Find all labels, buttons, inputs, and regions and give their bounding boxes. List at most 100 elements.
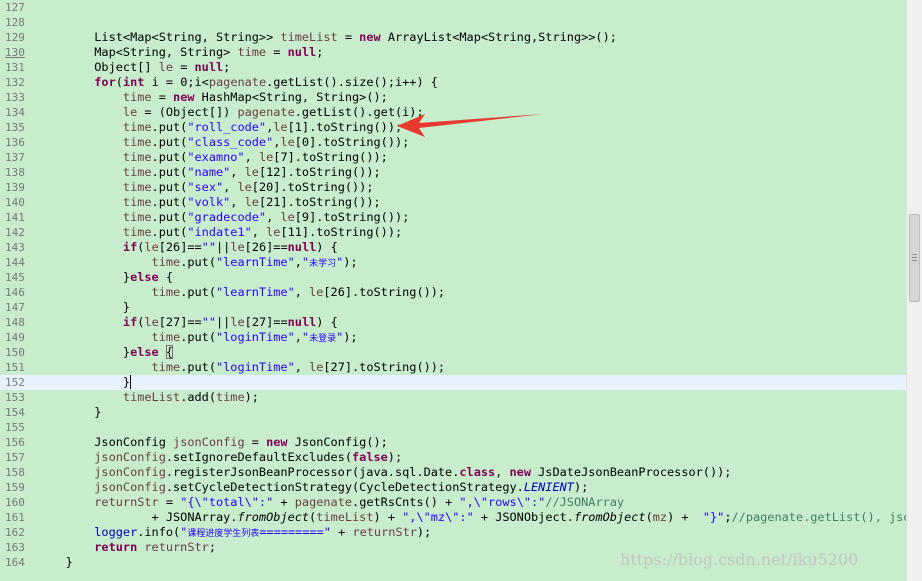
code-text[interactable]: timeList.add(time); bbox=[37, 390, 259, 405]
code-line[interactable]: 149 time.put("loginTime","未登录"); bbox=[0, 330, 906, 345]
code-token: } bbox=[122, 375, 132, 389]
code-text[interactable]: }else { bbox=[37, 345, 174, 360]
code-text[interactable]: }else { bbox=[37, 270, 173, 285]
line-number: 136 bbox=[5, 136, 25, 149]
code-line[interactable]: 147 } bbox=[0, 300, 906, 315]
code-line[interactable]: 154 } bbox=[0, 405, 906, 420]
code-token: false bbox=[352, 450, 388, 464]
code-line[interactable]: 158 jsonConfig.registerJsonBeanProcessor… bbox=[0, 465, 906, 480]
vertical-scrollbar[interactable] bbox=[906, 0, 922, 581]
code-token: time bbox=[37, 180, 152, 194]
code-text[interactable]: time.put("sex", le[20].toString()); bbox=[37, 180, 374, 195]
code-line[interactable]: 127 bbox=[0, 0, 906, 15]
code-line[interactable]: 140 time.put("volk", le[21].toString()); bbox=[0, 195, 906, 210]
line-number: 160 bbox=[5, 496, 25, 509]
code-line[interactable]: 144 time.put("learnTime","未学习"); bbox=[0, 255, 906, 270]
code-line[interactable]: 130 Map<String, String> time = null; bbox=[0, 45, 906, 60]
code-text[interactable]: time.put("gradecode", le[9].toString()); bbox=[37, 210, 409, 225]
code-text[interactable]: if(le[27]==""||le[27]==null) { bbox=[37, 315, 338, 330]
code-text[interactable]: List<Map<String, String>> timeList = new… bbox=[37, 30, 617, 45]
code-line[interactable]: 129 List<Map<String, String>> timeList =… bbox=[0, 30, 906, 45]
code-line[interactable]: 146 time.put("learnTime", le[26].toStrin… bbox=[0, 285, 906, 300]
code-token: Map<String, String> bbox=[37, 45, 238, 59]
code-text[interactable]: Map<String, String> time = null; bbox=[37, 45, 323, 60]
line-number: 157 bbox=[5, 451, 25, 464]
code-line[interactable]: 151 time.put("loginTime", le[27].toStrin… bbox=[0, 360, 906, 375]
code-token: 课程进度学生列表 bbox=[187, 529, 260, 539]
code-text[interactable]: + JSONArray.fromObject(timeList) + ",\"m… bbox=[37, 510, 906, 525]
code-text[interactable]: JsonConfig jsonConfig = new JsonConfig()… bbox=[37, 435, 388, 450]
code-line[interactable]: 153 timeList.add(time); bbox=[0, 390, 906, 405]
horizontal-scroll-area[interactable] bbox=[0, 573, 906, 581]
code-text[interactable]: return returnStr; bbox=[37, 540, 216, 555]
code-text[interactable]: time.put("volk", le[21].toString()); bbox=[37, 195, 381, 210]
code-line[interactable]: 131 Object[] le = null; bbox=[0, 60, 906, 75]
code-line[interactable]: 142 time.put("indate1", le[11].toString(… bbox=[0, 225, 906, 240]
code-text[interactable]: returnStr = "{\"total\":" + pagenate.get… bbox=[37, 495, 624, 510]
code-token: ",\"mz\":" bbox=[402, 510, 474, 524]
code-line[interactable]: 152 } bbox=[0, 375, 906, 390]
code-text[interactable]: time.put("loginTime", le[27].toString())… bbox=[37, 360, 446, 375]
code-text[interactable]: jsonConfig.setCycleDetectionStrategy(Cyc… bbox=[37, 480, 588, 495]
code-line[interactable]: 155 bbox=[0, 420, 906, 435]
code-text[interactable]: time.put("indate1", le[11].toString()); bbox=[37, 225, 402, 240]
code-line[interactable]: 157 jsonConfig.setIgnoreDefaultExcludes(… bbox=[0, 450, 906, 465]
code-text[interactable]: time.put("learnTime", le[26].toString())… bbox=[37, 285, 446, 300]
code-line[interactable]: 161 + JSONArray.fromObject(timeList) + "… bbox=[0, 510, 906, 525]
code-token: time bbox=[37, 120, 152, 134]
code-line[interactable]: 128 bbox=[0, 15, 906, 30]
code-line[interactable]: 156 JsonConfig jsonConfig = new JsonConf… bbox=[0, 435, 906, 450]
code-text[interactable]: jsonConfig.registerJsonBeanProcessor(jav… bbox=[37, 465, 731, 480]
code-text[interactable]: } bbox=[37, 375, 132, 390]
code-text[interactable]: } bbox=[37, 300, 130, 315]
code-text[interactable]: logger.info("课程进度学生列表=========" + return… bbox=[37, 525, 431, 540]
code-text[interactable]: time.put("name", le[12].toString()); bbox=[37, 165, 381, 180]
code-text[interactable]: jsonConfig.setIgnoreDefaultExcludes(fals… bbox=[37, 450, 402, 465]
code-token: le bbox=[280, 135, 295, 149]
code-text[interactable]: le = (Object[]) pagenate.getList().get(i… bbox=[37, 105, 424, 120]
code-text[interactable]: for(int i = 0;i<pagenate.getList().size(… bbox=[37, 75, 438, 90]
code-text[interactable]: time.put("examno", le[7].toString()); bbox=[37, 150, 388, 165]
code-token: le bbox=[158, 60, 174, 74]
code-text[interactable]: time.put("class_code",le[0].toString()); bbox=[37, 135, 409, 150]
code-line[interactable]: 162 logger.info("课程进度学生列表=========" + re… bbox=[0, 525, 906, 540]
code-line[interactable]: 143 if(le[26]==""||le[26]==null) { bbox=[0, 240, 906, 255]
code-text[interactable]: } bbox=[37, 555, 73, 570]
code-line[interactable]: 159 jsonConfig.setCycleDetectionStrategy… bbox=[0, 480, 906, 495]
code-token: JsonConfig bbox=[37, 435, 174, 449]
code-line[interactable]: 150 }else { bbox=[0, 345, 906, 360]
code-token: jsonConfig bbox=[37, 450, 166, 464]
code-text[interactable]: time.put("loginTime","未登录"); bbox=[37, 330, 358, 345]
code-text[interactable]: time.put("learnTime","未学习"); bbox=[37, 255, 358, 270]
code-token: ; bbox=[223, 60, 231, 74]
code-token: jsonConfig bbox=[37, 480, 166, 494]
code-line[interactable]: 133 time = new HashMap<String, String>()… bbox=[0, 90, 906, 105]
scrollbar-thumb[interactable] bbox=[909, 214, 920, 302]
code-token: le bbox=[244, 165, 259, 179]
code-text[interactable]: time.put("roll_code",le[1].toString()); bbox=[37, 120, 402, 135]
code-line[interactable]: 138 time.put("name", le[12].toString()); bbox=[0, 165, 906, 180]
line-number: 142 bbox=[5, 226, 25, 239]
code-token: timeList bbox=[316, 510, 374, 524]
code-token: } bbox=[37, 555, 73, 569]
code-token: , bbox=[223, 180, 238, 194]
code-line[interactable]: 160 returnStr = "{\"total\":" + pagenate… bbox=[0, 495, 906, 510]
code-token: HashMap<String, String>(); bbox=[194, 90, 388, 104]
code-text[interactable]: time = new HashMap<String, String>(); bbox=[37, 90, 388, 105]
code-text[interactable]: Object[] le = null; bbox=[37, 60, 230, 75]
code-token: le bbox=[280, 210, 295, 224]
code-line[interactable]: 139 time.put("sex", le[20].toString()); bbox=[0, 180, 906, 195]
code-line[interactable]: 148 if(le[27]==""||le[27]==null) { bbox=[0, 315, 906, 330]
code-text[interactable]: } bbox=[37, 405, 101, 420]
code-token: "}" bbox=[702, 510, 725, 524]
code-token: [1].toString()); bbox=[287, 120, 403, 134]
code-token: || bbox=[216, 240, 231, 254]
code-token: ); bbox=[343, 255, 358, 269]
code-line[interactable]: 137 time.put("examno", le[7].toString())… bbox=[0, 150, 906, 165]
code-editor[interactable]: 127 128 129 List<Map<String, String>> time… bbox=[0, 0, 906, 581]
code-token: le bbox=[309, 285, 324, 299]
code-line[interactable]: 132 for(int i = 0;i<pagenate.getList().s… bbox=[0, 75, 906, 90]
code-line[interactable]: 145 }else { bbox=[0, 270, 906, 285]
code-line[interactable]: 141 time.put("gradecode", le[9].toString… bbox=[0, 210, 906, 225]
code-text[interactable]: if(le[26]==""||le[26]==null) { bbox=[37, 240, 338, 255]
